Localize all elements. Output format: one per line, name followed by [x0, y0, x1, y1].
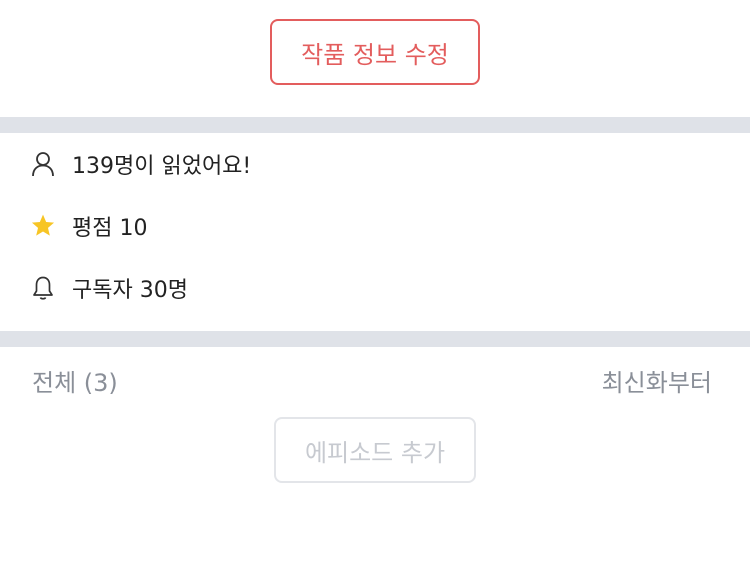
stat-subscribers: 구독자 30명: [30, 268, 188, 308]
work-stats: 139명이 읽었어요! 평점 10 구독자 30명: [0, 133, 750, 331]
stat-readers: 139명이 읽었어요!: [30, 144, 251, 184]
stat-rating: 평점 10: [30, 206, 147, 246]
subscribers-text: 구독자 30명: [72, 278, 188, 303]
star-icon: [30, 213, 56, 239]
section-divider-top: [0, 117, 750, 133]
episode-list-header: 전체 (3) 최신화부터: [0, 347, 750, 417]
episode-count: 전체 (3): [32, 369, 118, 397]
bell-icon: [30, 275, 56, 301]
person-icon: [30, 151, 56, 177]
header-area: 작품 정보 수정: [0, 0, 750, 117]
sort-order-button[interactable]: 최신화부터: [602, 363, 712, 398]
section-divider-bottom: [0, 331, 750, 347]
rating-text: 평점 10: [72, 216, 148, 241]
edit-work-info-button[interactable]: 작품 정보 수정: [270, 19, 480, 85]
readers-text: 139명이 읽었어요!: [72, 154, 252, 179]
add-episode-button[interactable]: 에피소드 추가: [274, 417, 476, 483]
